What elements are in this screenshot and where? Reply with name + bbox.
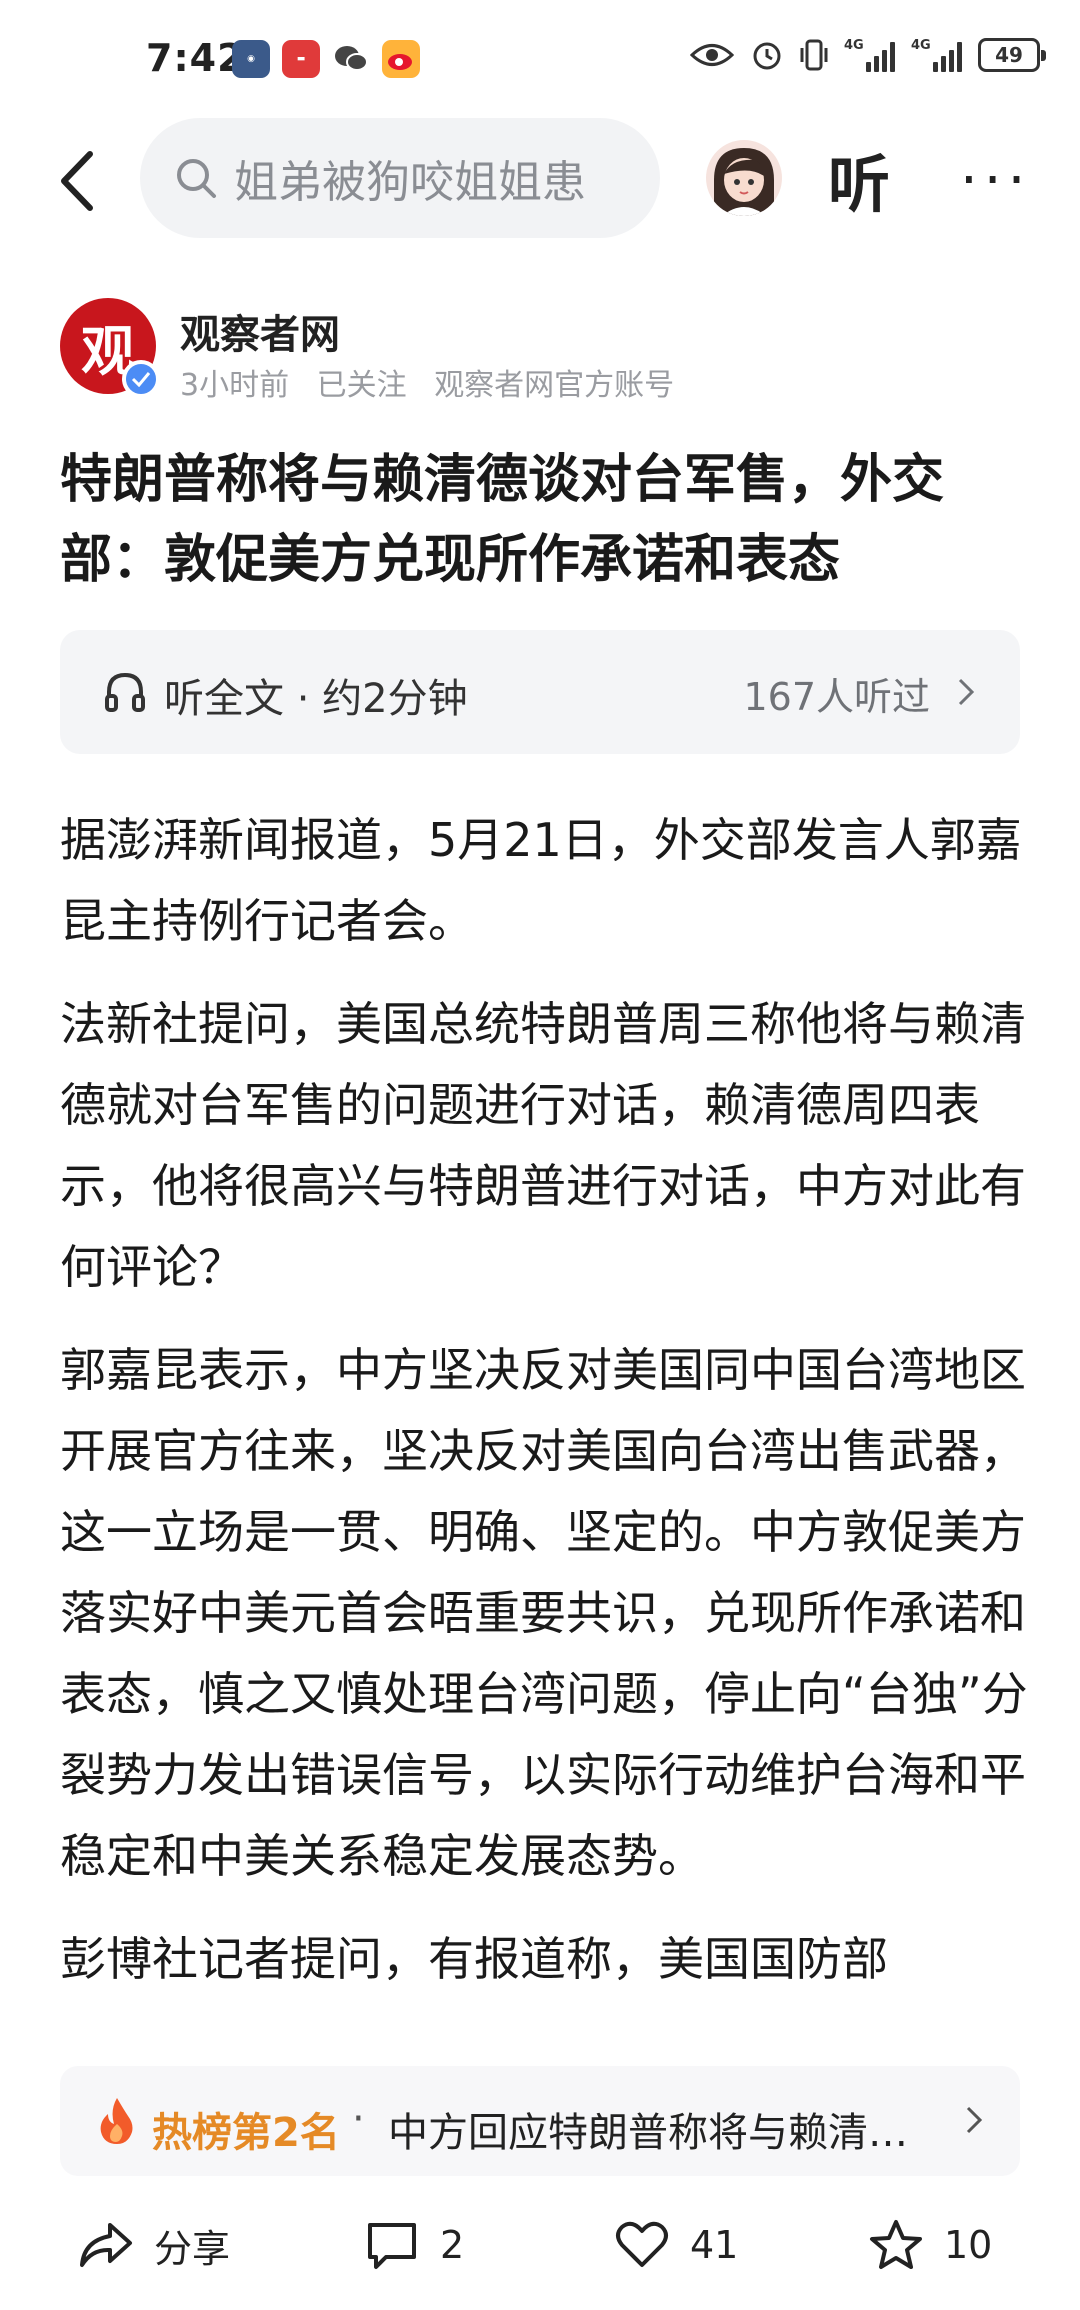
verified-badge-icon — [122, 360, 160, 398]
listen-full-text-card[interactable]: 听全文 · 约2分钟 167人听过 — [60, 630, 1020, 754]
flame-icon — [100, 2098, 133, 2144]
search-query: 姐弟被狗咬姐姐患 — [234, 157, 586, 208]
status-indicators: 4G 4G 49 — [690, 38, 1046, 72]
article-title: 特朗普称将与赖清德谈对台军售，外交部：敦促美方兑现所作承诺和表态 — [60, 450, 945, 590]
listen-button[interactable]: 听 — [828, 134, 890, 224]
status-time: 7:42 — [146, 36, 245, 80]
paragraph: 郭嘉昆表示，中方坚决反对美国同中国台湾地区开展官方往来，坚决反对美国向台湾出售武… — [60, 1343, 1028, 1883]
user-avatar[interactable] — [706, 140, 782, 216]
hot-rank-separator: · — [352, 2096, 365, 2142]
hot-rank-label: 热榜第2名 — [152, 2110, 340, 2156]
author-meta: 3小时前 已关注 观察者网官方账号 — [180, 360, 692, 404]
notification-icons: ◉ ▬ — [232, 40, 420, 78]
back-arrow-icon[interactable] — [52, 148, 104, 214]
bottom-action-bar: 分享 2 41 10 — [0, 2190, 1080, 2310]
author-header[interactable]: 观 观察者网 3小时前 已关注 观察者网官方账号 — [60, 298, 1020, 404]
post-time: 3小时前 — [180, 368, 290, 403]
author-name[interactable]: 观察者网 — [180, 302, 340, 360]
wechat-icon — [332, 40, 370, 78]
article-body: 据澎湃新闻报道，5月21日，外交部发言人郭嘉昆主持例行记者会。 法新社提问，美国… — [60, 800, 1030, 2045]
like-button[interactable]: 41 — [614, 2210, 738, 2280]
follow-status[interactable]: 已关注 — [317, 368, 407, 403]
search-bar[interactable]: 姐弟被狗咬姐姐患 — [140, 118, 660, 238]
chevron-right-icon — [966, 2106, 983, 2134]
paragraph: 彭博社记者提问，有报道称，美国国防部 — [60, 1932, 888, 1986]
heart-icon — [616, 2221, 668, 2267]
chevron-right-icon — [958, 678, 975, 706]
huawei-app-icon: ▬ — [282, 40, 320, 78]
comment-button[interactable]: 2 — [364, 2210, 464, 2280]
more-menu-icon[interactable]: ··· — [960, 148, 1031, 213]
hot-rank-bar[interactable]: 热榜第2名 · 中方回应特朗普称将与赖清… — [60, 2066, 1020, 2176]
signal-icon: 4G — [844, 38, 895, 72]
listen-count: 167人听过 — [743, 675, 930, 719]
favorite-button[interactable]: 10 — [868, 2210, 992, 2280]
signal-icon-2: 4G — [911, 38, 962, 72]
comment-icon — [368, 2223, 416, 2269]
hot-rank-text: 中方回应特朗普称将与赖清… — [388, 2110, 908, 2156]
battery-icon: 49 — [978, 38, 1046, 72]
game-app-icon: ◉ — [232, 40, 270, 78]
paragraph: 据澎湃新闻报道，5月21日，外交部发言人郭嘉昆主持例行记者会。 — [60, 813, 1022, 948]
top-nav: 姐弟被狗咬姐姐患 听 ··· — [0, 118, 1080, 244]
listen-label: 听全文 · 约2分钟 — [164, 676, 468, 722]
status-bar: 7:42 ◉ ▬ 4G 4G 49 — [0, 0, 1080, 120]
weibo-icon — [382, 40, 420, 78]
search-icon — [177, 159, 216, 198]
share-icon — [80, 2223, 132, 2267]
paragraph: 法新社提问，美国总统特朗普周三称他将与赖清德就对台军售的问题进行对话，赖清德周四… — [60, 997, 1026, 1294]
share-button[interactable]: 分享 — [78, 2210, 230, 2280]
account-type: 观察者网官方账号 — [434, 368, 675, 403]
star-icon — [870, 2220, 922, 2269]
alarm-icon — [753, 42, 781, 70]
headphones-icon — [105, 672, 145, 712]
eye-icon — [690, 44, 734, 66]
vibrate-icon — [800, 39, 828, 71]
